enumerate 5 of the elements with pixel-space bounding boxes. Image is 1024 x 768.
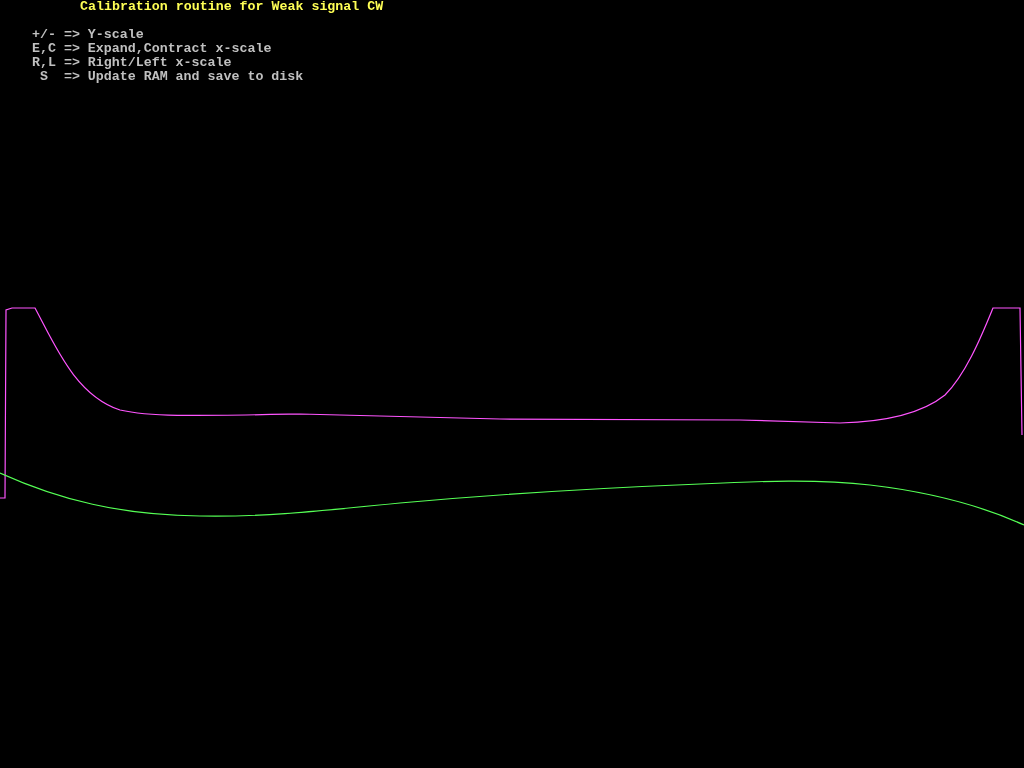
- help-line: R,L => Right/Left x-scale: [30, 55, 232, 70]
- help-line: S => Update RAM and save to disk: [38, 69, 304, 84]
- screen-title: Calibration routine for Weak signal CW: [80, 0, 384, 14]
- help-line: +/- => Y-scale: [30, 27, 144, 42]
- help-line: E,C => Expand,Contract x-scale: [30, 41, 272, 56]
